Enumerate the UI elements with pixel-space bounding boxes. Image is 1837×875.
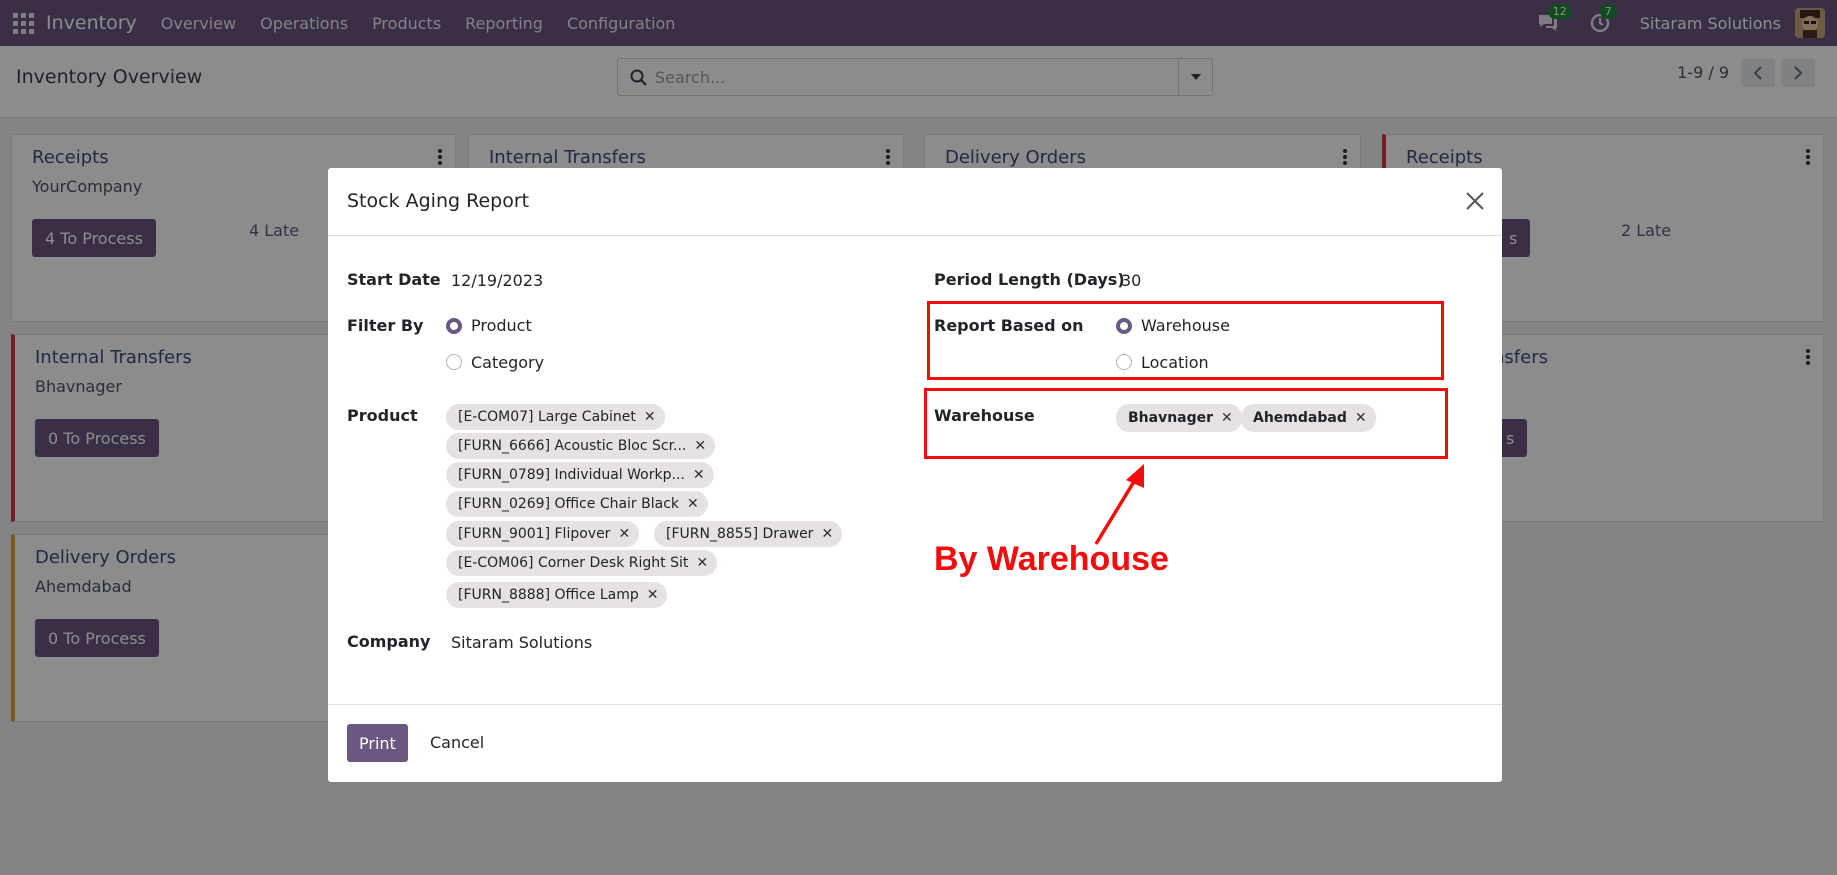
remove-tag-icon[interactable]: ✕: [687, 496, 699, 512]
remove-tag-icon[interactable]: ✕: [821, 526, 833, 542]
start-date-label: Start Date: [347, 270, 441, 289]
tag-label: [E-COM06] Corner Desk Right Sit: [458, 555, 689, 571]
tag-label: [FURN_8888] Office Lamp: [458, 587, 639, 603]
remove-tag-icon[interactable]: ✕: [694, 438, 706, 454]
highlight-report-based-on: [927, 301, 1444, 380]
stock-aging-report-dialog: Stock Aging Report Start Date 12/19/2023…: [328, 168, 1502, 782]
product-label: Product: [347, 406, 418, 425]
close-icon[interactable]: [1462, 188, 1488, 214]
product-tag[interactable]: [FURN_9001] Flipover ✕: [446, 521, 640, 547]
remove-tag-icon[interactable]: ✕: [647, 587, 659, 603]
modal-header: Stock Aging Report: [328, 168, 1502, 236]
product-tag[interactable]: [FURN_6666] Acoustic Bloc Scr... ✕: [446, 433, 716, 459]
filter-product-radio[interactable]: [446, 318, 462, 334]
tag-label: [E-COM07] Large Cabinet: [458, 409, 636, 425]
tag-label: [FURN_0269] Office Chair Black: [458, 496, 680, 512]
tag-label: [FURN_6666] Acoustic Bloc Scr...: [458, 438, 687, 454]
remove-tag-icon[interactable]: ✕: [693, 467, 705, 483]
company-field[interactable]: Sitaram Solutions: [451, 633, 592, 652]
period-length-field[interactable]: 30: [1121, 271, 1141, 290]
annotation-by-warehouse: By Warehouse: [934, 540, 1169, 578]
product-tag[interactable]: [FURN_0789] Individual Workp... ✕: [446, 462, 714, 488]
highlight-warehouse: [924, 388, 1448, 459]
period-length-label: Period Length (Days): [934, 270, 1125, 289]
filter-product-label[interactable]: Product: [471, 316, 532, 335]
modal-title: Stock Aging Report: [347, 190, 530, 212]
cancel-button[interactable]: Cancel: [430, 733, 484, 752]
filter-category-radio[interactable]: [446, 354, 462, 370]
product-tag[interactable]: [FURN_8855] Drawer ✕: [654, 521, 843, 547]
filter-by-label: Filter By: [347, 316, 424, 335]
print-button[interactable]: Print: [347, 724, 408, 762]
tag-label: [FURN_9001] Flipover: [458, 526, 611, 542]
tag-label: [FURN_0789] Individual Workp...: [458, 467, 685, 483]
remove-tag-icon[interactable]: ✕: [644, 409, 656, 425]
start-date-field[interactable]: 12/19/2023: [451, 271, 543, 290]
company-label: Company: [347, 632, 431, 651]
remove-tag-icon[interactable]: ✕: [618, 526, 630, 542]
filter-category-label[interactable]: Category: [471, 353, 544, 372]
modal-footer: Print Cancel: [328, 704, 1502, 782]
product-tag[interactable]: [E-COM07] Large Cabinet ✕: [446, 404, 665, 430]
product-tag[interactable]: [FURN_8888] Office Lamp ✕: [446, 582, 668, 608]
annotation-arrow-icon: [1094, 464, 1144, 545]
tag-label: [FURN_8855] Drawer: [666, 526, 814, 542]
product-tag[interactable]: [FURN_0269] Office Chair Black ✕: [446, 491, 708, 517]
product-tag[interactable]: [E-COM06] Corner Desk Right Sit ✕: [446, 550, 718, 576]
remove-tag-icon[interactable]: ✕: [696, 555, 708, 571]
